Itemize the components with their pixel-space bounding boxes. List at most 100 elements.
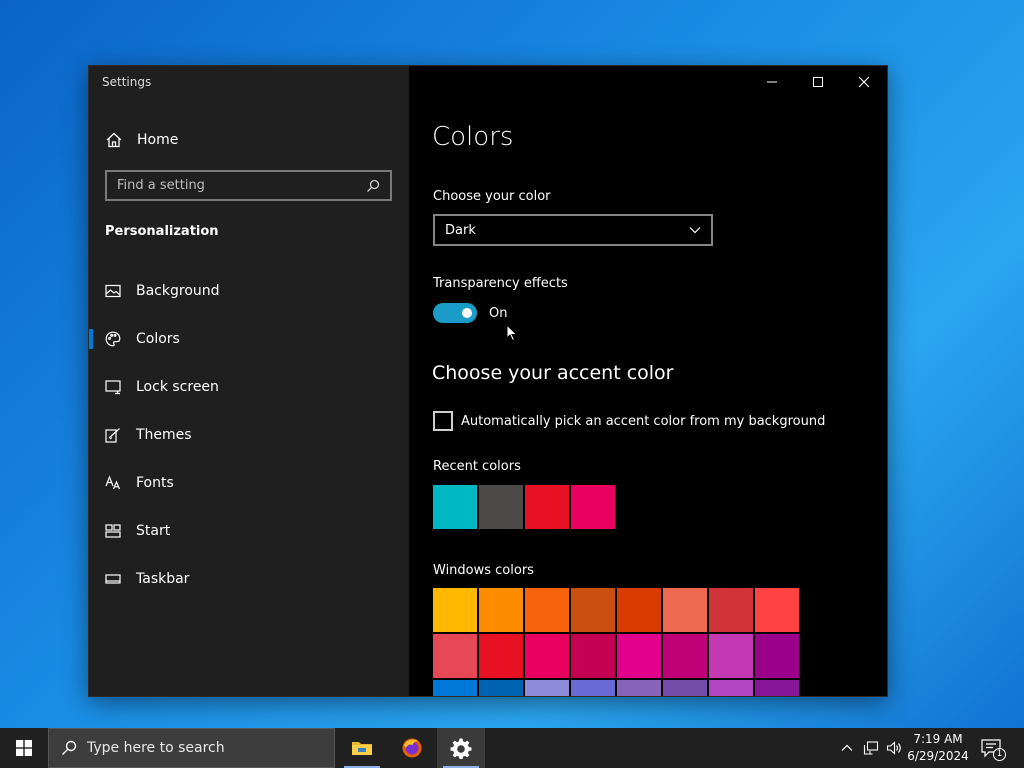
home-nav-item[interactable]: Home — [105, 130, 178, 150]
recent-color-swatch-1[interactable] — [479, 485, 523, 529]
gear-icon — [450, 738, 472, 759]
search-icon[interactable] — [366, 179, 380, 193]
windows-color-swatch-21[interactable] — [663, 680, 707, 696]
taskbar-app-settings[interactable] — [437, 728, 485, 768]
transparency-toggle[interactable] — [433, 303, 477, 323]
windows-color-swatch-19[interactable] — [571, 680, 615, 696]
windows-color-swatch-16[interactable] — [433, 680, 477, 696]
windows-color-swatch-4[interactable] — [617, 588, 661, 632]
taskbar-search-input[interactable] — [87, 740, 334, 756]
minimize-icon — [767, 81, 777, 83]
windows-color-swatch-14[interactable] — [709, 634, 753, 678]
windows-color-swatch-17[interactable] — [479, 680, 523, 696]
firefox-icon — [402, 738, 422, 758]
sidebar-item-label: Start — [136, 523, 171, 539]
maximize-button[interactable] — [795, 66, 841, 98]
folder-icon — [352, 742, 372, 755]
choose-color-dropdown[interactable]: Dark — [433, 214, 713, 246]
sidebar-item-start[interactable]: Start — [89, 507, 409, 555]
clock-time: 7:19 AM — [913, 732, 963, 746]
settings-sidebar: Settings Home Personalization Background — [89, 66, 409, 696]
close-icon — [858, 76, 870, 88]
choose-color-label: Choose your color — [433, 189, 551, 204]
volume-icon[interactable] — [886, 740, 902, 756]
windows-color-swatch-9[interactable] — [479, 634, 523, 678]
transparency-toggle-row: On — [433, 303, 507, 323]
windows-color-swatch-6[interactable] — [709, 588, 753, 632]
settings-search-box[interactable] — [105, 170, 392, 201]
choose-color-value: Dark — [445, 222, 476, 238]
network-icon[interactable] — [863, 740, 879, 756]
auto-accent-checkbox[interactable] — [433, 411, 453, 431]
windows-color-swatch-23[interactable] — [755, 680, 799, 696]
minimize-button[interactable] — [749, 66, 795, 98]
recent-colors — [433, 485, 617, 529]
windows-colors-label: Windows colors — [433, 563, 534, 578]
sidebar-item-lock-screen[interactable]: Lock screen — [89, 363, 409, 411]
start-button[interactable] — [0, 728, 48, 768]
windows-color-swatch-11[interactable] — [571, 634, 615, 678]
windows-color-swatch-18[interactable] — [525, 680, 569, 696]
windows-color-swatch-20[interactable] — [617, 680, 661, 696]
mouse-pointer-icon — [506, 324, 518, 342]
auto-accent-row[interactable]: Automatically pick an accent color from … — [433, 411, 825, 431]
fonts-icon — [105, 475, 121, 490]
page-title: Colors — [432, 122, 514, 152]
section-heading: Personalization — [105, 224, 219, 239]
sidebar-item-label: Lock screen — [136, 379, 219, 395]
windows-color-swatch-5[interactable] — [663, 588, 707, 632]
sidebar-item-label: Taskbar — [136, 571, 190, 587]
recent-color-swatch-3[interactable] — [571, 485, 615, 529]
windows-logo-icon — [16, 740, 32, 756]
windows-color-swatch-7[interactable] — [755, 588, 799, 632]
sidebar-item-label: Colors — [136, 331, 180, 347]
start-tiles-icon — [105, 524, 121, 538]
windows-color-swatch-1[interactable] — [479, 588, 523, 632]
windows-color-swatch-0[interactable] — [433, 588, 477, 632]
windows-colors-grid — [433, 588, 803, 696]
chevron-down-icon — [689, 227, 701, 234]
windows-color-swatch-3[interactable] — [571, 588, 615, 632]
lock-screen-icon — [105, 380, 121, 395]
settings-content: Colors Choose your color Dark Transparen… — [409, 66, 887, 696]
taskbar-icon — [105, 574, 121, 584]
accent-heading: Choose your accent color — [432, 362, 674, 384]
windows-color-swatch-22[interactable] — [709, 680, 753, 696]
palette-icon — [105, 331, 121, 347]
sidebar-item-label: Themes — [136, 427, 192, 443]
chevron-up-icon[interactable] — [839, 740, 855, 756]
toggle-knob — [462, 308, 472, 318]
transparency-label: Transparency effects — [433, 276, 568, 291]
taskbar-app-firefox[interactable] — [388, 728, 436, 768]
transparency-state: On — [489, 305, 508, 321]
sidebar-item-background[interactable]: Background — [89, 267, 409, 315]
windows-color-swatch-12[interactable] — [617, 634, 661, 678]
recent-color-swatch-2[interactable] — [525, 485, 569, 529]
windows-color-swatch-8[interactable] — [433, 634, 477, 678]
windows-color-swatch-13[interactable] — [663, 634, 707, 678]
settings-window: Settings Home Personalization Background — [88, 65, 888, 697]
sidebar-item-label: Fonts — [136, 475, 174, 491]
taskbar-search[interactable] — [48, 728, 335, 768]
search-icon — [62, 740, 77, 755]
taskbar-clock[interactable]: 7:19 AM 6/29/2024 — [904, 731, 972, 765]
windows-color-swatch-10[interactable] — [525, 634, 569, 678]
taskbar-app-file-explorer[interactable] — [338, 728, 386, 768]
sidebar-item-themes[interactable]: Themes — [89, 411, 409, 459]
taskbar: 7:19 AM 6/29/2024 1 — [0, 728, 1024, 768]
windows-color-swatch-2[interactable] — [525, 588, 569, 632]
close-button[interactable] — [841, 66, 887, 98]
home-label: Home — [137, 132, 179, 148]
sidebar-item-colors[interactable]: Colors — [89, 315, 409, 363]
windows-color-swatch-15[interactable] — [755, 634, 799, 678]
recent-color-swatch-0[interactable] — [433, 485, 477, 529]
sidebar-nav: Background Colors Lock screen Themes Fon… — [89, 267, 409, 603]
caption-buttons — [749, 66, 887, 98]
sidebar-item-taskbar[interactable]: Taskbar — [89, 555, 409, 603]
window-title: Settings — [102, 75, 152, 89]
clock-date: 6/29/2024 — [907, 749, 969, 763]
themes-brush-icon — [105, 428, 120, 443]
settings-search-input[interactable] — [117, 178, 366, 193]
sidebar-item-fonts[interactable]: Fonts — [89, 459, 409, 507]
notification-count-badge: 1 — [993, 748, 1006, 761]
